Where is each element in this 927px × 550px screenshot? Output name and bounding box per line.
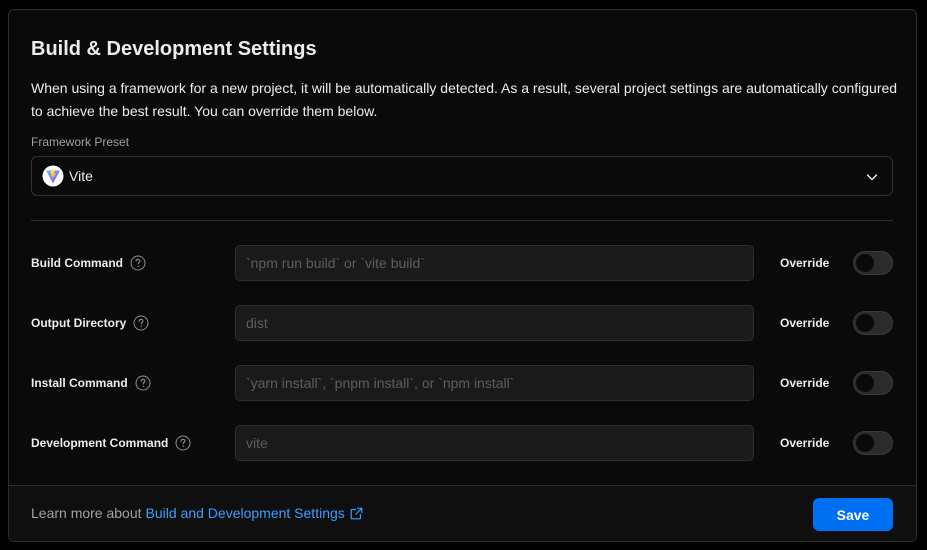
- footer-text: Learn more about Build and Development S…: [31, 505, 363, 521]
- build-settings-card: Build & Development Settings When using …: [8, 9, 917, 542]
- development-command-row: Development Command Override: [31, 425, 893, 461]
- toggle-knob: [856, 434, 874, 452]
- divider: [31, 220, 893, 221]
- install-command-override-toggle[interactable]: [853, 371, 893, 395]
- install-command-override-label: Override: [780, 376, 830, 390]
- framework-preset-value: Vite: [69, 168, 93, 184]
- docs-link-text: Build and Development Settings: [145, 505, 345, 521]
- install-command-input[interactable]: [235, 365, 754, 401]
- help-icon[interactable]: [135, 375, 151, 391]
- development-command-input[interactable]: [235, 425, 754, 461]
- framework-preset-label: Framework Preset: [31, 135, 130, 149]
- card-footer: Learn more about Build and Development S…: [9, 485, 916, 541]
- build-command-override-toggle[interactable]: [853, 251, 893, 275]
- development-command-label-text: Development Command: [31, 436, 169, 450]
- framework-preset-select[interactable]: Vite: [31, 156, 893, 196]
- footer-prefix: Learn more about: [31, 505, 142, 521]
- install-command-row: Install Command Override: [31, 365, 893, 401]
- development-command-label: Development Command: [31, 425, 191, 461]
- build-command-row: Build Command Override: [31, 245, 893, 281]
- output-directory-row: Output Directory Override: [31, 305, 893, 341]
- build-command-label: Build Command: [31, 245, 146, 281]
- save-button[interactable]: Save: [813, 498, 893, 531]
- build-command-override-label: Override: [780, 256, 830, 270]
- help-icon[interactable]: [133, 315, 149, 331]
- build-command-label-text: Build Command: [31, 256, 123, 270]
- install-command-label: Install Command: [31, 365, 151, 401]
- output-directory-override-label: Override: [780, 316, 830, 330]
- output-directory-override-toggle[interactable]: [853, 311, 893, 335]
- vite-logo-icon: [42, 165, 64, 187]
- chevron-down-icon: [865, 170, 879, 184]
- development-command-override-label: Override: [780, 436, 830, 450]
- install-command-label-text: Install Command: [31, 376, 128, 390]
- output-directory-label: Output Directory: [31, 305, 149, 341]
- output-directory-label-text: Output Directory: [31, 316, 127, 330]
- output-directory-input[interactable]: [235, 305, 754, 341]
- external-link-icon: [350, 507, 363, 520]
- toggle-knob: [856, 254, 874, 272]
- development-command-override-toggle[interactable]: [853, 431, 893, 455]
- help-icon[interactable]: [175, 435, 191, 451]
- section-description: When using a framework for a new project…: [31, 80, 898, 119]
- help-icon[interactable]: [130, 255, 146, 271]
- docs-link[interactable]: Build and Development Settings: [146, 505, 363, 521]
- toggle-knob: [856, 314, 874, 332]
- section-title: Build & Development Settings: [31, 38, 317, 60]
- toggle-knob: [856, 374, 874, 392]
- build-command-input[interactable]: [235, 245, 754, 281]
